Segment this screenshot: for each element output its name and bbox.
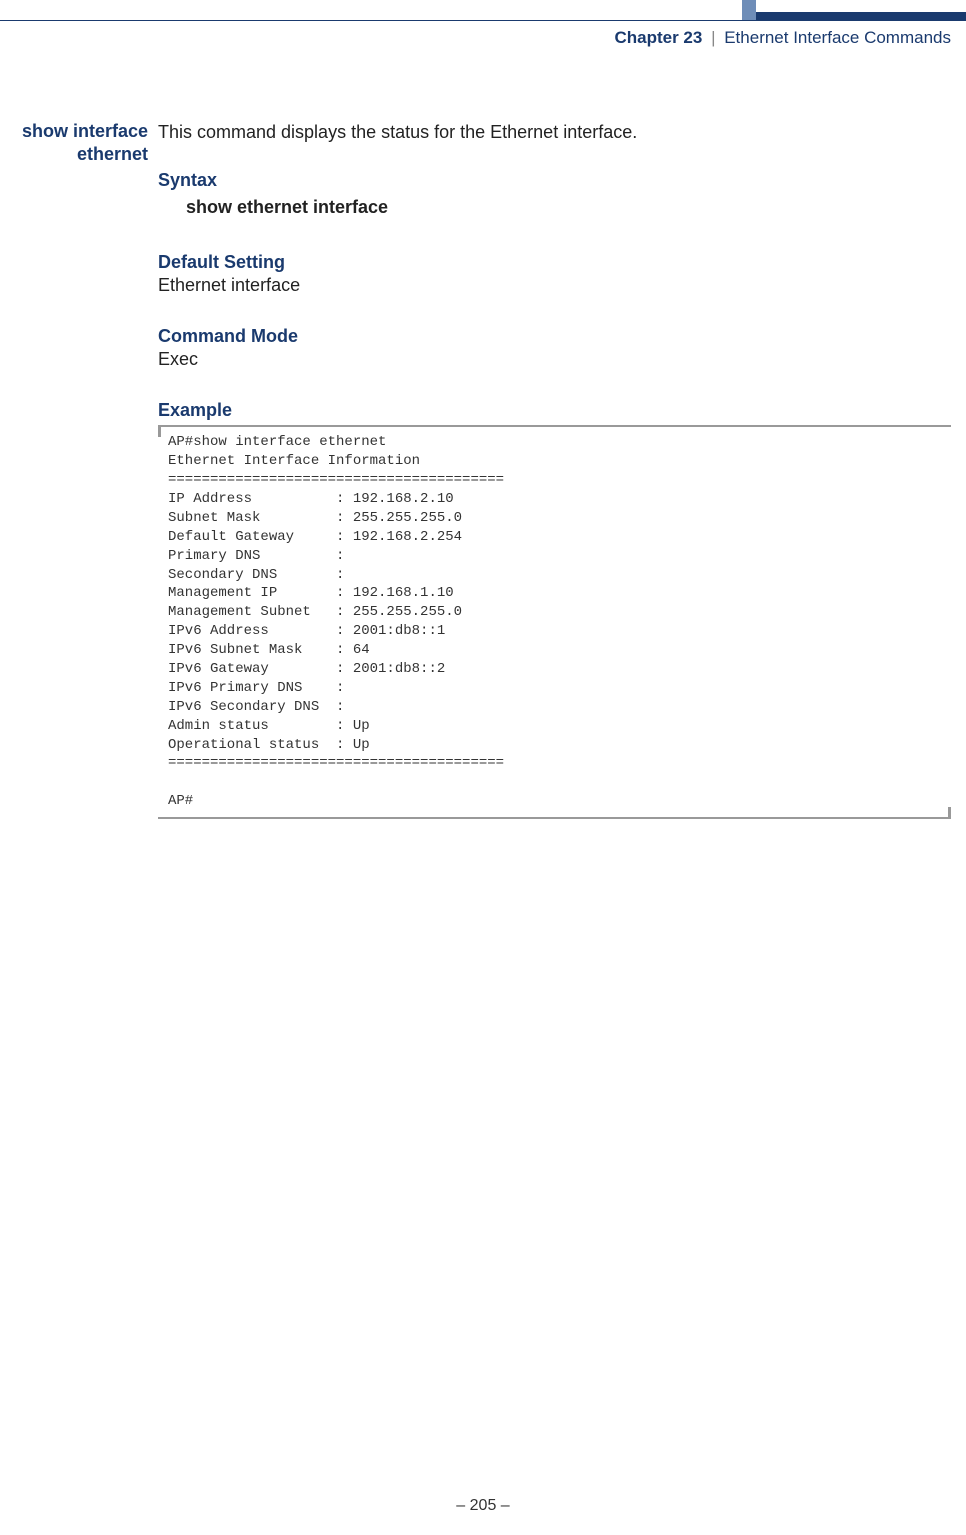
command-name-line1: show interface xyxy=(22,121,148,141)
command-mode-value: Exec xyxy=(158,349,951,370)
syntax-command: show ethernet interface xyxy=(186,197,951,218)
chapter-heading: Chapter 23 | Ethernet Interface Commands xyxy=(614,28,951,48)
chapter-separator: | xyxy=(711,28,715,47)
header-line xyxy=(0,20,966,21)
header-decor xyxy=(0,0,966,20)
chapter-number: Chapter 23 xyxy=(614,28,702,47)
syntax-heading: Syntax xyxy=(158,170,951,191)
chapter-title: Ethernet Interface Commands xyxy=(724,28,951,47)
command-name: show interface ethernet xyxy=(0,120,148,165)
page-number: – 205 – xyxy=(0,1497,966,1515)
default-setting-value: Ethernet interface xyxy=(158,275,951,296)
command-name-line2: ethernet xyxy=(77,144,148,164)
command-description: This command displays the status for the… xyxy=(158,120,951,144)
header-accent-block xyxy=(742,0,756,21)
example-code-block: AP#show interface ethernet Ethernet Inte… xyxy=(158,425,951,819)
default-setting-heading: Default Setting xyxy=(158,252,951,273)
page-content: show interface ethernet This command dis… xyxy=(0,120,951,819)
example-heading: Example xyxy=(158,400,951,421)
command-mode-heading: Command Mode xyxy=(158,326,951,347)
